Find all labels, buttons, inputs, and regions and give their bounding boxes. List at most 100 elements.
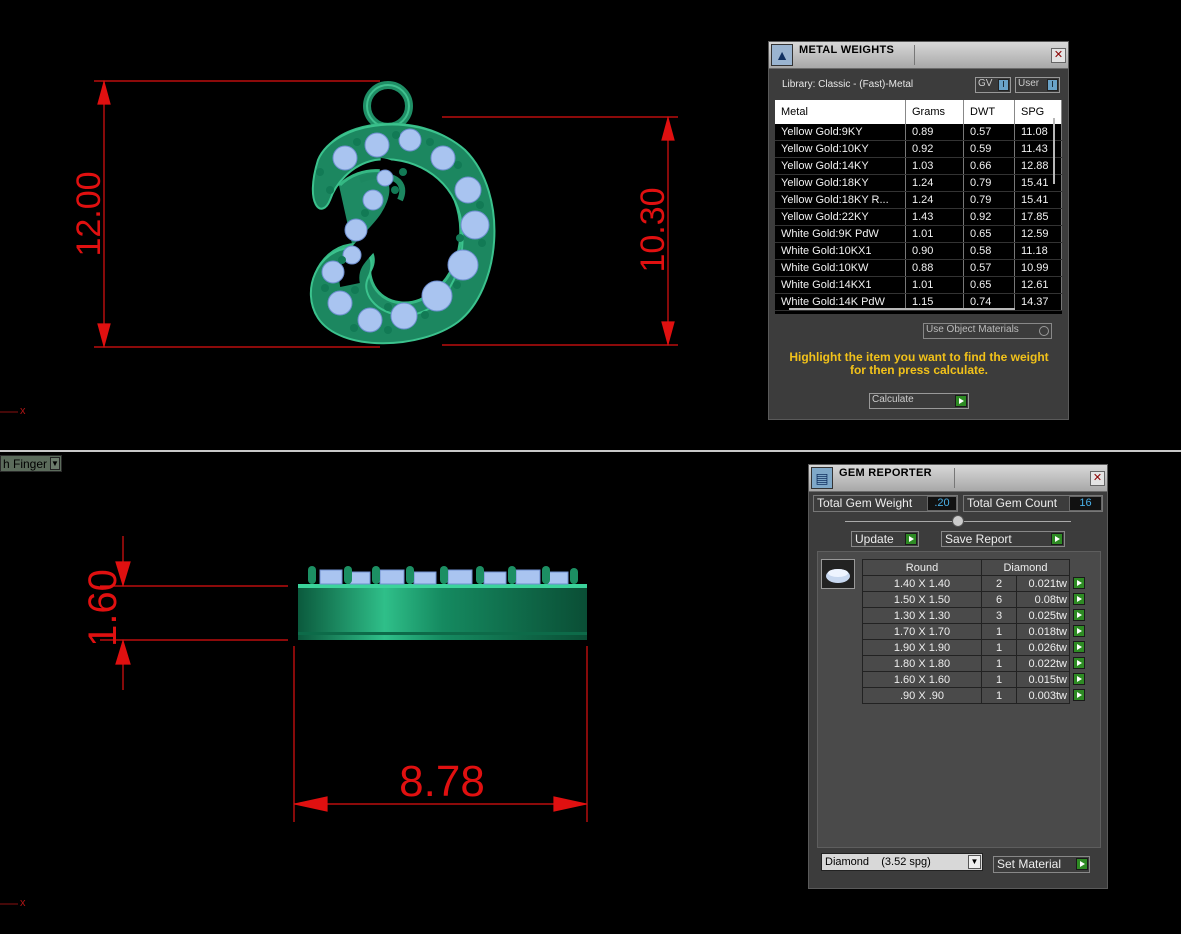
- metal-row[interactable]: Yellow Gold:10KY 0.92 0.59 11.43: [775, 140, 1062, 158]
- gv-toggle-label: GV: [978, 78, 993, 89]
- gem-row[interactable]: 1.60 X 1.60 1 0.015tw: [862, 671, 1085, 688]
- gem-weight-cell: 0.021tw: [1016, 575, 1085, 592]
- play-icon[interactable]: [1073, 625, 1085, 637]
- play-icon[interactable]: [905, 533, 917, 545]
- total-gem-count-label: Total Gem Count: [967, 496, 1058, 510]
- grams-cell: 1.43: [905, 208, 964, 226]
- slider-knob[interactable]: [952, 515, 964, 527]
- viewport-divider[interactable]: [0, 450, 1181, 452]
- grams-cell: 0.88: [905, 259, 964, 277]
- gem-weight-text: 0.025tw: [1028, 609, 1067, 622]
- close-icon[interactable]: ✕: [1051, 48, 1066, 63]
- gem-size-cell: 1.60 X 1.60: [862, 671, 982, 688]
- dwt-cell: 0.79: [963, 174, 1015, 192]
- metal-row[interactable]: Yellow Gold:18KY R... 1.24 0.79 15.41: [775, 191, 1062, 209]
- metal-row[interactable]: Yellow Gold:9KY 0.89 0.57 11.08: [775, 124, 1062, 141]
- total-gem-count-value: 16: [1069, 496, 1102, 511]
- gv-toggle-knob[interactable]: I: [998, 79, 1009, 91]
- grams-cell: 0.89: [905, 124, 964, 141]
- update-button[interactable]: Update: [851, 531, 919, 547]
- grams-cell: 1.01: [905, 225, 964, 243]
- gem-row[interactable]: 1.40 X 1.40 2 0.021tw: [862, 575, 1085, 592]
- metal-row[interactable]: Yellow Gold:18KY 1.24 0.79 15.41: [775, 174, 1062, 192]
- gem-table[interactable]: Round Diamond 1.40 X 1.40 2 0.021tw 1.50 X …: [862, 559, 1085, 704]
- play-icon[interactable]: [1073, 609, 1085, 621]
- spg-cell: 14.37: [1014, 293, 1062, 311]
- gem-reporter-titlebar[interactable]: ▤ GEM REPORTER ✕: [809, 465, 1107, 492]
- radio-icon[interactable]: [1039, 326, 1049, 336]
- grams-cell: 1.24: [905, 191, 964, 209]
- column-header-material: Diamond: [981, 559, 1070, 576]
- gem-icon-graphic: [826, 569, 850, 583]
- gem-count-cell: 2: [981, 575, 1017, 592]
- play-icon[interactable]: [955, 395, 967, 407]
- column-header-metal[interactable]: Metal: [775, 100, 906, 124]
- total-gem-weight-label: Total Gem Weight: [817, 496, 913, 510]
- thickness-dimension-label: 1.60: [81, 569, 125, 647]
- gv-toggle[interactable]: GV I: [975, 77, 1011, 93]
- horizontal-scrollbar[interactable]: [789, 308, 1015, 310]
- library-label: Library: Classic - (Fast)-Metal: [782, 79, 914, 90]
- play-icon[interactable]: [1073, 593, 1085, 605]
- dwt-cell: 0.65: [963, 225, 1015, 243]
- grams-cell: 1.03: [905, 157, 964, 175]
- metal-row[interactable]: Yellow Gold:22KY 1.43 0.92 17.85: [775, 208, 1062, 226]
- gem-row[interactable]: 1.70 X 1.70 1 0.018tw: [862, 623, 1085, 640]
- metal-row[interactable]: White Gold:10KW 0.88 0.57 10.99: [775, 259, 1062, 277]
- play-icon[interactable]: [1073, 689, 1085, 701]
- dwt-cell: 0.65: [963, 276, 1015, 294]
- metal-name-cell: White Gold:9K PdW: [775, 225, 906, 243]
- gem-row[interactable]: 1.50 X 1.50 6 0.08tw: [862, 591, 1085, 608]
- play-icon[interactable]: [1073, 657, 1085, 669]
- column-header-dwt[interactable]: DWT: [963, 100, 1015, 124]
- gem-weight-text: 0.022tw: [1028, 657, 1067, 670]
- calculate-label: Calculate: [872, 394, 914, 405]
- round-gem-icon[interactable]: [821, 559, 855, 589]
- play-icon[interactable]: [1051, 533, 1063, 545]
- pendant-side-model[interactable]: [298, 584, 587, 640]
- total-gem-weight-value: .20: [927, 496, 957, 511]
- calculate-button[interactable]: Calculate: [869, 393, 969, 409]
- metal-name-cell: White Gold:14KX1: [775, 276, 906, 294]
- gem-count-cell: 1: [981, 671, 1017, 688]
- spg-cell: 15.41: [1014, 191, 1062, 209]
- play-icon[interactable]: [1073, 641, 1085, 653]
- metal-row[interactable]: White Gold:9K PdW 1.01 0.65 12.59: [775, 225, 1062, 243]
- metal-table[interactable]: Metal Grams DWT SPG Yellow Gold:9KY 0.89 0…: [775, 100, 1062, 314]
- use-object-materials-option[interactable]: Use Object Materials: [923, 323, 1052, 339]
- play-icon[interactable]: [1073, 673, 1085, 685]
- play-icon[interactable]: [1076, 858, 1088, 870]
- metal-name-cell: Yellow Gold:18KY: [775, 174, 906, 192]
- spg-cell: 12.59: [1014, 225, 1062, 243]
- vertical-scrollbar[interactable]: [1053, 118, 1055, 184]
- material-select[interactable]: Diamond (3.52 spg) ▼: [821, 853, 983, 871]
- metal-weights-titlebar[interactable]: ▲ METAL WEIGHTS ✕: [769, 42, 1068, 69]
- chevron-down-icon[interactable]: ▼: [50, 457, 60, 470]
- metal-row[interactable]: White Gold:10KX1 0.90 0.58 11.18: [775, 242, 1062, 260]
- gem-row[interactable]: 1.80 X 1.80 1 0.022tw: [862, 655, 1085, 672]
- metal-row[interactable]: White Gold:14KX1 1.01 0.65 12.61: [775, 276, 1062, 294]
- play-icon[interactable]: [1073, 577, 1085, 589]
- user-toggle-knob[interactable]: I: [1047, 79, 1058, 91]
- use-object-materials-label: Use Object Materials: [926, 324, 1019, 335]
- close-icon[interactable]: ✕: [1090, 471, 1105, 486]
- chevron-down-icon[interactable]: ▼: [968, 855, 981, 869]
- view-select[interactable]: h Finger ▼: [0, 455, 62, 472]
- column-header-grams[interactable]: Grams: [905, 100, 964, 124]
- gem-weight-cell: 0.025tw: [1016, 607, 1085, 624]
- save-report-button[interactable]: Save Report: [941, 531, 1065, 547]
- gem-size-cell: 1.70 X 1.70: [862, 623, 982, 640]
- metal-name-cell: Yellow Gold:10KY: [775, 140, 906, 158]
- metal-row[interactable]: Yellow Gold:14KY 1.03 0.66 12.88: [775, 157, 1062, 175]
- gem-size-cell: 1.80 X 1.80: [862, 655, 982, 672]
- metal-name-cell: Yellow Gold:22KY: [775, 208, 906, 226]
- gem-row[interactable]: .90 X .90 1 0.003tw: [862, 687, 1085, 704]
- gem-row[interactable]: 1.90 X 1.90 1 0.026tw: [862, 639, 1085, 656]
- user-toggle[interactable]: User I: [1015, 77, 1060, 93]
- gem-weight-cell: 0.018tw: [1016, 623, 1085, 640]
- thickness-dimension: [100, 536, 288, 690]
- set-material-button[interactable]: Set Material: [993, 856, 1090, 873]
- gem-weight-cell: 0.022tw: [1016, 655, 1085, 672]
- gem-row[interactable]: 1.30 X 1.30 3 0.025tw: [862, 607, 1085, 624]
- user-toggle-label: User: [1018, 78, 1040, 89]
